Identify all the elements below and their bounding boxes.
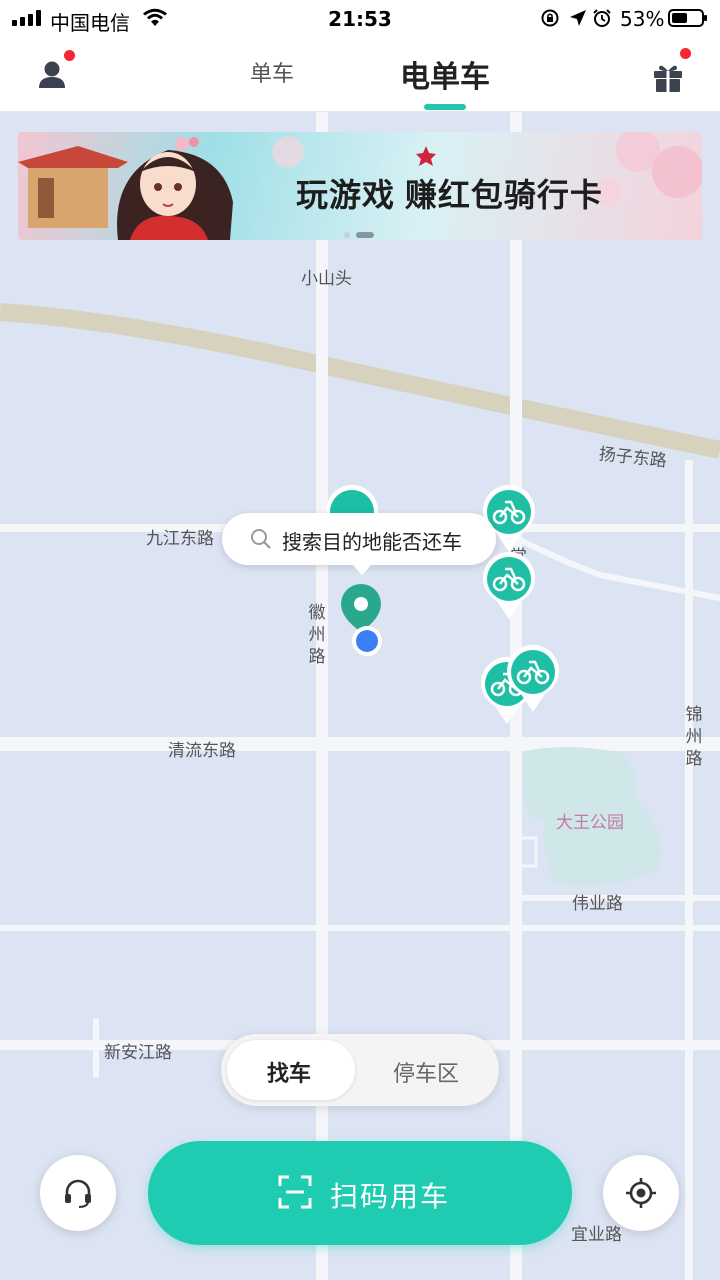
scan-frame-icon — [278, 1175, 312, 1209]
locate-icon — [626, 1178, 656, 1208]
clock: 21:53 — [328, 7, 392, 31]
current-location-icon — [352, 626, 382, 656]
find-bike-tab[interactable]: 找车 — [267, 1056, 311, 1088]
rotation-lock-icon — [541, 9, 559, 27]
status-bar: 中国电信 21:53 53% — [0, 0, 720, 40]
active-tab-indicator — [424, 104, 466, 110]
map-label: 清流东路 — [168, 741, 236, 760]
battery-icon — [668, 9, 707, 27]
map-label: 新安江路 — [104, 1043, 172, 1062]
mode-switch: 找车 停车区 — [221, 1034, 499, 1106]
map-label: 大王公园 — [556, 813, 624, 832]
location-arrow-icon — [570, 10, 586, 26]
map-label: 锦州路 — [685, 705, 703, 768]
map-label: 九江东路 — [146, 529, 214, 548]
map-label: 伟业路 — [572, 894, 623, 913]
banner-page-dot — [344, 231, 350, 238]
map-label: 徽州路 — [308, 603, 326, 666]
scan-button-label: 扫码用车 — [330, 1181, 451, 1212]
alarm-icon — [593, 9, 611, 27]
top-nav: 单车 电单车 — [0, 40, 720, 112]
map-label: 宜业路 — [571, 1225, 622, 1244]
banner-page-dot-active — [356, 231, 374, 238]
user-icon[interactable] — [34, 55, 74, 95]
scan-to-ride-button[interactable]: 扫码用车 — [148, 1141, 572, 1245]
promo-banner[interactable]: 玩游戏 赚红包骑行卡 — [18, 132, 702, 240]
user-notification-dot — [64, 50, 75, 61]
map-label: 小山头 — [301, 269, 352, 288]
tab-bike[interactable]: 单车 — [250, 56, 294, 88]
gift-icon[interactable] — [650, 58, 686, 94]
destination-search[interactable]: 搜索目的地能否还车 — [222, 513, 496, 575]
support-button[interactable] — [40, 1155, 116, 1231]
banner-pagination — [344, 224, 380, 240]
tab-ebike[interactable]: 电单车 — [400, 52, 490, 96]
ebike-marker[interactable] — [481, 551, 537, 621]
search-label: 搜索目的地能否还车 — [282, 532, 462, 554]
search-icon — [251, 529, 271, 549]
gift-notification-dot — [680, 48, 691, 59]
banner-title: 玩游戏 赚红包骑行卡 — [296, 177, 603, 213]
parking-zone-tab[interactable]: 停车区 — [393, 1056, 459, 1088]
ebike-marker[interactable] — [505, 644, 561, 714]
headset-icon — [65, 1179, 91, 1208]
battery-percent: 53% — [620, 7, 665, 31]
locate-button[interactable] — [603, 1155, 679, 1231]
